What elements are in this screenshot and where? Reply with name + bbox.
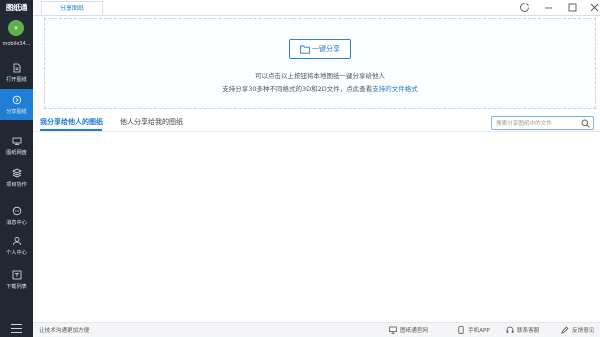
layers-icon: [11, 168, 22, 177]
feedback-icon: [561, 326, 569, 334]
contact-support-label: 联系客服: [517, 328, 540, 334]
avatar[interactable]: ☀: [8, 20, 24, 36]
tab-shared-with-me[interactable]: 他人分享给我的图纸: [120, 117, 183, 127]
folder-icon: [300, 45, 310, 54]
tab-my-shared-drawings[interactable]: 我分享给他人的图纸: [40, 117, 103, 127]
share-description: 可以点击以上按钮将本地图纸一键分享给他人: [255, 72, 385, 80]
sidebar-item-label: 分享图纸: [6, 108, 27, 115]
sidebar-item-download-list[interactable]: 下载列表: [0, 264, 33, 295]
mobile-app-label: 手机APP: [468, 328, 490, 334]
official-site-label: 图纸通官网: [400, 328, 428, 334]
search-icon[interactable]: [581, 119, 590, 128]
close-icon[interactable]: [589, 2, 600, 13]
file-open-icon: [13, 63, 20, 72]
feedback-label: 反馈意见: [572, 328, 595, 334]
headset-icon: [506, 326, 514, 333]
sidebar-item-label: 下载列表: [6, 283, 27, 290]
one-click-share-button[interactable]: 一键分享: [289, 39, 351, 59]
monitor-icon: [389, 326, 397, 334]
username-label[interactable]: mobile34...: [0, 41, 33, 47]
sidebar-item-project-collab[interactable]: 项目协作: [0, 162, 33, 193]
feedback-link[interactable]: 反馈意见: [561, 326, 594, 334]
sidebar-item-label: 打开图纸: [6, 76, 27, 83]
share-formats-text: 支持分享30多种不同格式的3D和2D文件，点此查看: [222, 85, 373, 93]
search-box: [491, 116, 594, 130]
mobile-app-link[interactable]: 手机APP: [457, 326, 490, 334]
search-input[interactable]: [496, 118, 581, 129]
app-logo: 图纸通: [5, 3, 28, 12]
sidebar-item-share-drawing[interactable]: 分享图纸: [0, 89, 33, 120]
share-drop-area[interactable]: 一键分享 可以点击以上按钮将本地图纸一键分享给他人 支持分享30多种不同格式的3…: [44, 18, 596, 109]
hamburger-icon[interactable]: [11, 324, 22, 333]
contact-support-link[interactable]: 联系客服: [506, 326, 539, 334]
sidebar-item-label: 消息中心: [6, 219, 27, 226]
share-formats-note: 支持分享30多种不同格式的3D和2D文件，点此查看支持的文件格式: [45, 83, 595, 93]
status-bar: 让技术沟通更加方便 图纸通官网 手机APP 联系客服 反馈意见: [33, 322, 600, 337]
tab-divider: [33, 15, 600, 16]
phone-icon: [458, 326, 464, 334]
sidebar-item-cloud-drive[interactable]: 图纸网盘: [0, 130, 33, 161]
official-site-link[interactable]: 图纸通官网: [389, 326, 428, 334]
list-divider: [33, 131, 600, 132]
skin-settings-icon[interactable]: [519, 2, 530, 13]
cloud-drive-icon: [12, 137, 21, 145]
message-icon: [12, 206, 21, 215]
app-window: 图纸通 ☀ mobile34... 打开图纸 分享图纸 图纸网盘 项目协作 消息…: [0, 0, 600, 337]
title-bar: 分享图纸: [33, 0, 600, 16]
tab-share-drawing[interactable]: 分享图纸: [41, 1, 103, 15]
sidebar-item-message-center[interactable]: 消息中心: [0, 200, 33, 231]
one-click-share-label: 一键分享: [312, 45, 340, 53]
maximize-icon[interactable]: [567, 2, 578, 13]
sidebar-item-open-drawing[interactable]: 打开图纸: [0, 57, 33, 88]
status-message: 让技术沟通更加方便: [39, 328, 90, 334]
sidebar-item-label: 项目协作: [6, 181, 27, 188]
minimize-icon[interactable]: [543, 2, 554, 13]
sidebar-item-label: 个人中心: [6, 249, 27, 256]
supported-formats-link[interactable]: 支持的文件格式: [372, 85, 418, 93]
download-list-icon: [12, 270, 21, 279]
sidebar-item-personal-center[interactable]: 个人中心: [0, 230, 33, 261]
user-icon: [12, 236, 21, 245]
share-icon: [12, 95, 21, 104]
sidebar-item-label: 图纸网盘: [6, 149, 27, 156]
sidebar: 图纸通 ☀ mobile34... 打开图纸 分享图纸 图纸网盘 项目协作 消息…: [0, 0, 33, 337]
